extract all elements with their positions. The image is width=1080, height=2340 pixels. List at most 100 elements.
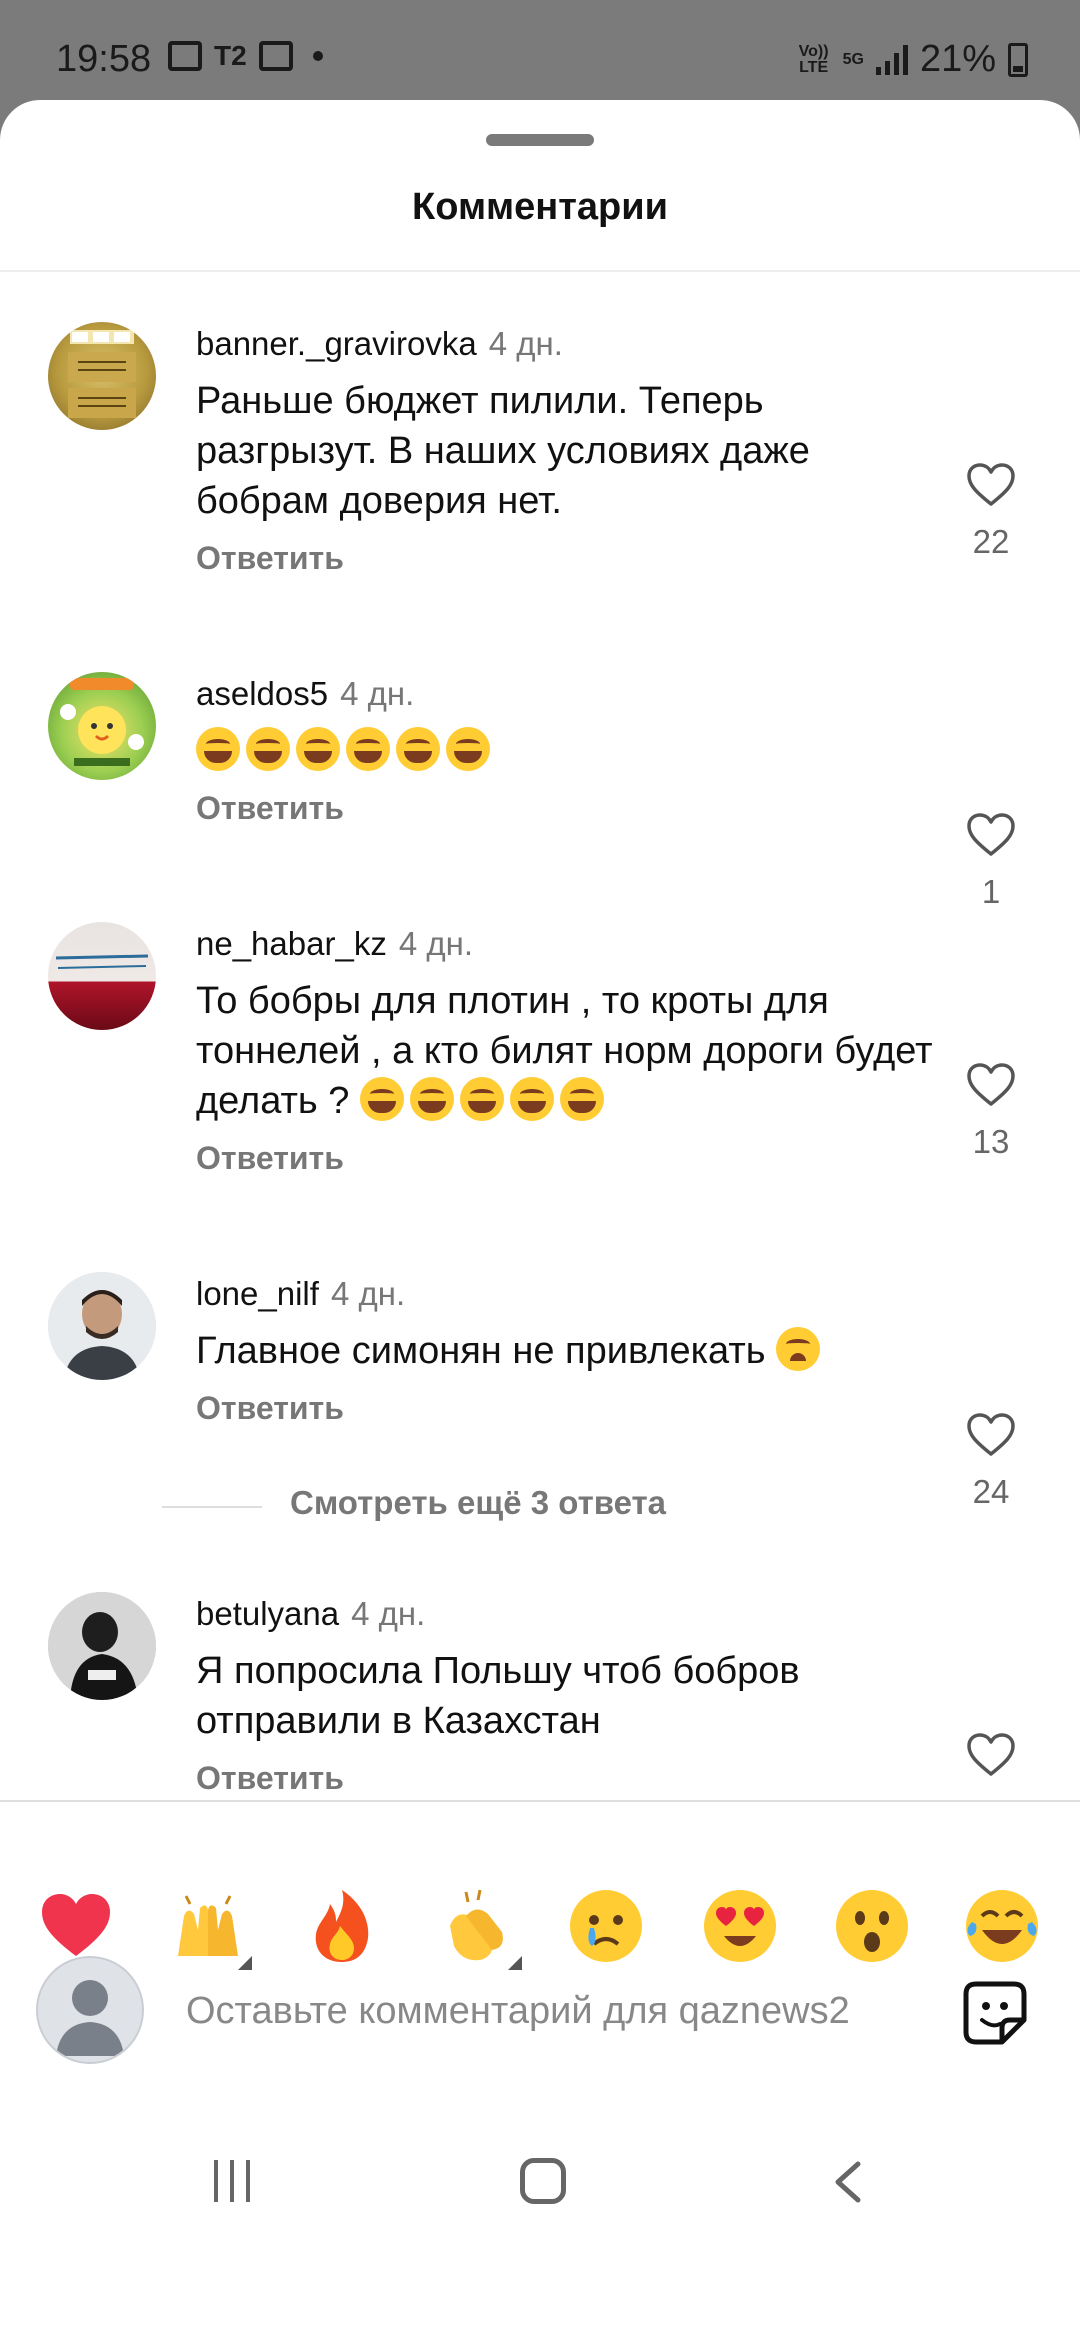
raised-hands-reaction-button[interactable] (168, 1886, 252, 1970)
tears-of-joy-icon (359, 1077, 404, 1121)
status-left-icons: T2 (168, 40, 323, 72)
battery-icon (1008, 42, 1028, 77)
comment-header: betulyana 4 дн. (196, 1592, 936, 1636)
sheet-drag-handle[interactable] (486, 134, 594, 146)
comment-text (196, 726, 936, 776)
comment-header: lone_nilf 4 дн. (196, 1272, 936, 1316)
recent-apps-icon (230, 2160, 234, 2202)
comment-text: Я попросила Польшу чтоб бобров отправили… (196, 1650, 800, 1742)
comment-input[interactable]: Оставьте комментарий для qaznews2 (186, 1990, 926, 2033)
raised-hands-icon (178, 1895, 238, 1956)
reply-button[interactable]: Ответить (196, 1760, 936, 1797)
tears-of-joy-icon (346, 727, 390, 771)
home-button[interactable] (520, 2158, 566, 2204)
status-time: 19:58 (56, 38, 152, 80)
tears-of-joy-icon (966, 1890, 1038, 1962)
avatar-image-icon (48, 1272, 156, 1380)
recent-apps-icon (246, 2160, 250, 2202)
operator-label: T2 (214, 40, 247, 71)
like-count: 22 (972, 523, 1010, 560)
divider (162, 1506, 262, 1508)
avatar[interactable] (48, 672, 156, 780)
tears-of-joy-icon (246, 727, 290, 771)
reply-button[interactable]: Ответить (196, 540, 936, 577)
sheet-title: Комментарии (412, 186, 668, 228)
avatar-image-icon (68, 330, 136, 418)
clapping-hands-icon (450, 1889, 503, 1961)
tears-of-joy-reaction-button[interactable] (962, 1886, 1042, 1966)
astonished-face-reaction-button[interactable] (832, 1886, 912, 1966)
heart-outline-icon (967, 813, 1015, 856)
like-count: 13 (972, 1123, 1010, 1160)
comment-username[interactable]: ne_habar_kz (196, 925, 387, 962)
recent-apps-icon (214, 2160, 218, 2202)
reply-button[interactable]: Ответить (196, 1390, 936, 1427)
network-type-icon: 5G (842, 50, 864, 68)
comment-input-row: Оставьте комментарий для qaznews2 (0, 1956, 1080, 2096)
view-more-replies[interactable]: Смотреть ещё 3 ответа (162, 1480, 1022, 1530)
heart-reaction-button[interactable] (36, 1886, 116, 1966)
heart-icon (42, 1894, 110, 1956)
comment-time: 4 дн. (488, 325, 563, 362)
reply-button[interactable]: Ответить (196, 790, 936, 827)
sticker-icon (963, 1981, 1027, 2045)
like-button[interactable]: 1 (948, 812, 1034, 911)
comment-username[interactable]: lone_nilf (196, 1275, 319, 1312)
comment-time: 4 дн. (398, 925, 473, 962)
comment-body: banner._gravirovka 4 дн. Раньше бюджет пи… (196, 322, 936, 577)
like-button[interactable]: 13 (948, 1062, 1034, 1161)
tears-of-joy-icon (446, 727, 490, 771)
avatar[interactable] (48, 1592, 156, 1700)
avatar[interactable] (48, 1272, 156, 1380)
avatar-image-icon (55, 954, 149, 969)
comment-body: ne_habar_kz 4 дн. То бобры для плотин , т… (196, 922, 936, 1177)
recent-apps-button[interactable] (214, 2160, 268, 2202)
comment-body: lone_nilf 4 дн. Главное симонян не привле… (196, 1272, 936, 1427)
like-button[interactable]: 22 (948, 462, 1034, 561)
tears-of-joy-icon (396, 727, 440, 771)
crying-face-icon (776, 1327, 821, 1371)
tears-of-joy-icon (296, 727, 340, 771)
back-button[interactable] (832, 2160, 864, 2204)
heart-outline-icon (967, 463, 1015, 506)
view-more-replies-label[interactable]: Смотреть ещё 3 ответа (290, 1484, 666, 1522)
fire-reaction-button[interactable] (302, 1886, 382, 1966)
comment-text: Главное симонян не привлекать (196, 1326, 936, 1376)
comment-time: 4 дн. (351, 1595, 426, 1632)
comment-body: aseldos5 4 дн. Ответить (196, 672, 936, 827)
tears-of-joy-icon (459, 1077, 504, 1121)
volte-icon: Vo)) LTE (798, 42, 829, 76)
notification-dot-icon (312, 51, 323, 61)
crying-face-icon (570, 1890, 642, 1962)
reply-button[interactable]: Ответить (196, 1140, 936, 1177)
avatar[interactable] (48, 322, 156, 430)
astonished-face-icon (836, 1890, 908, 1962)
comment-time: 4 дн. (340, 675, 415, 712)
back-chevron-icon (835, 2161, 861, 2203)
divider (0, 270, 1080, 272)
status-right-icons: Vo)) LTE 5G 21% (797, 38, 1028, 81)
heart-outline-icon (967, 1733, 1015, 1776)
default-user-icon (56, 1980, 124, 2056)
avatar-image-icon (48, 1592, 156, 1700)
comment-username[interactable]: aseldos5 (196, 675, 328, 712)
heart-eyes-reaction-button[interactable] (700, 1886, 780, 1966)
heart-eyes-icon (704, 1890, 776, 1962)
battery-percent: 21% (919, 38, 996, 80)
comment-username[interactable]: banner._gravirovka (196, 325, 477, 362)
avatar[interactable] (48, 922, 156, 1030)
avatar-image-icon (60, 678, 144, 766)
comment-text-content: Главное симонян не привлекать (196, 1330, 766, 1372)
crying-face-reaction-button[interactable] (566, 1886, 646, 1966)
comment-body: betulyana 4 дн. Я попросила Польшу чтоб б… (196, 1592, 936, 1797)
tears-of-joy-icon (196, 727, 240, 771)
heart-outline-icon (967, 1413, 1015, 1456)
sticker-button[interactable] (962, 1980, 1028, 2046)
system-nav-bar (0, 2120, 1080, 2240)
tears-of-joy-icon (409, 1077, 454, 1121)
signal-icon (875, 44, 908, 75)
clapping-hands-reaction-button[interactable] (436, 1886, 522, 1970)
fire-icon (315, 1890, 369, 1962)
comment-username[interactable]: betulyana (196, 1595, 339, 1632)
gallery-icon (168, 41, 202, 71)
